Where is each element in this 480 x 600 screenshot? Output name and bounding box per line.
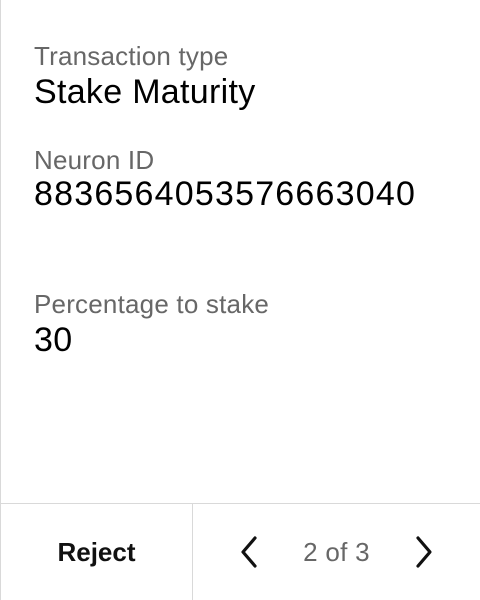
reject-button[interactable]: Reject xyxy=(1,504,193,600)
chevron-right-icon xyxy=(416,536,432,568)
percentage-to-stake-value: 30 xyxy=(34,321,73,359)
chevron-left-icon xyxy=(241,536,257,568)
previous-page-button[interactable] xyxy=(229,532,269,572)
transaction-type-value: Stake Maturity xyxy=(34,73,256,111)
transaction-type-label: Transaction type xyxy=(34,41,229,71)
neuron-id-label: Neuron ID xyxy=(34,145,155,175)
page-indicator: 2 of 3 xyxy=(303,536,370,567)
next-page-button[interactable] xyxy=(404,532,444,572)
percentage-to-stake-label: Percentage to stake xyxy=(34,289,270,319)
review-screen: Transaction type Stake Maturity Neuron I… xyxy=(0,0,480,600)
transaction-type-field: Transaction type Stake Maturity xyxy=(34,40,456,112)
neuron-id-field: Neuron ID 8836564053576663040 xyxy=(34,144,456,212)
neuron-id-value: 8836564053576663040 xyxy=(34,175,417,213)
percentage-to-stake-field: Percentage to stake 30 xyxy=(34,288,456,360)
footer-bar: Reject 2 of 3 xyxy=(1,503,480,600)
pagination: 2 of 3 xyxy=(193,504,480,600)
